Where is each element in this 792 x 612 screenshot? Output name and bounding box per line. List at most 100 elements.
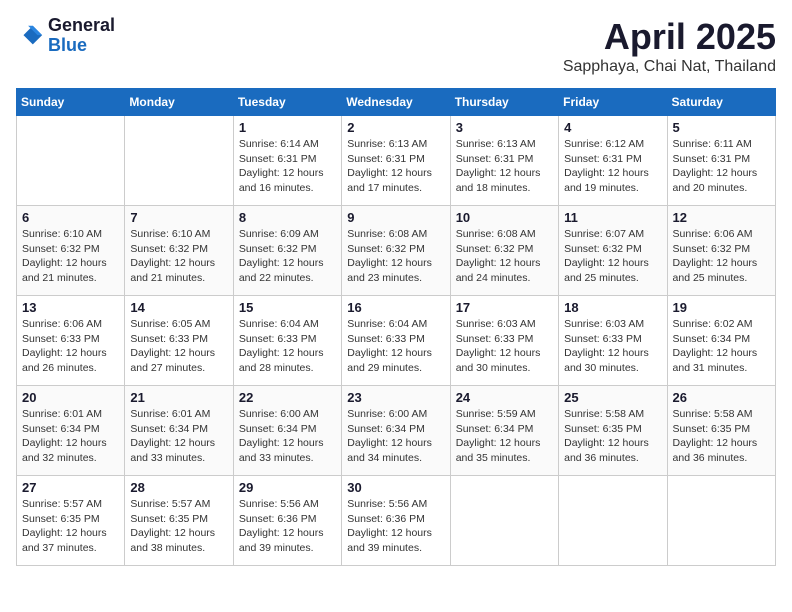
calendar-cell: 4 Sunrise: 6:12 AMSunset: 6:31 PMDaylight… [559,116,667,206]
day-info: Sunrise: 6:12 AMSunset: 6:31 PMDaylight:… [564,137,661,196]
calendar-cell: 20 Sunrise: 6:01 AMSunset: 6:34 PMDayligh… [17,386,125,476]
day-info: Sunrise: 6:03 AMSunset: 6:33 PMDaylight:… [564,317,661,376]
calendar-cell: 13 Sunrise: 6:06 AMSunset: 6:33 PMDayligh… [17,296,125,386]
day-number: 15 [239,300,336,315]
day-number: 22 [239,390,336,405]
day-info: Sunrise: 6:00 AMSunset: 6:34 PMDaylight:… [347,407,444,466]
calendar-cell: 21 Sunrise: 6:01 AMSunset: 6:34 PMDayligh… [125,386,233,476]
day-info: Sunrise: 6:04 AMSunset: 6:33 PMDaylight:… [347,317,444,376]
day-info: Sunrise: 6:10 AMSunset: 6:32 PMDaylight:… [22,227,119,286]
day-number: 29 [239,480,336,495]
day-info: Sunrise: 6:08 AMSunset: 6:32 PMDaylight:… [347,227,444,286]
calendar-week-row: 13 Sunrise: 6:06 AMSunset: 6:33 PMDayligh… [17,296,776,386]
day-number: 24 [456,390,553,405]
day-info: Sunrise: 6:14 AMSunset: 6:31 PMDaylight:… [239,137,336,196]
calendar-cell: 28Sunrise: 5:57 AMSunset: 6:35 PMDayligh… [125,476,233,566]
day-info: Sunrise: 6:04 AMSunset: 6:33 PMDaylight:… [239,317,336,376]
day-number: 10 [456,210,553,225]
calendar-cell: 7 Sunrise: 6:10 AMSunset: 6:32 PMDaylight… [125,206,233,296]
day-info: Sunrise: 6:01 AMSunset: 6:34 PMDaylight:… [130,407,227,466]
day-number: 13 [22,300,119,315]
day-number: 27 [22,480,119,495]
day-info: Sunrise: 6:00 AMSunset: 6:34 PMDaylight:… [239,407,336,466]
day-number: 26 [673,390,770,405]
day-number: 2 [347,120,444,135]
calendar-cell: 15 Sunrise: 6:04 AMSunset: 6:33 PMDayligh… [233,296,341,386]
calendar-header-thursday: Thursday [450,89,558,116]
day-number: 20 [22,390,119,405]
day-number: 12 [673,210,770,225]
calendar-cell [667,476,775,566]
calendar-cell: 30Sunrise: 5:56 AMSunset: 6:36 PMDayligh… [342,476,450,566]
day-info: Sunrise: 6:10 AMSunset: 6:32 PMDaylight:… [130,227,227,286]
calendar-cell: 24 Sunrise: 5:59 AMSunset: 6:34 PMDayligh… [450,386,558,476]
day-info: Sunrise: 6:03 AMSunset: 6:33 PMDaylight:… [456,317,553,376]
calendar-cell: 27Sunrise: 5:57 AMSunset: 6:35 PMDayligh… [17,476,125,566]
day-info: Sunrise: 6:07 AMSunset: 6:32 PMDaylight:… [564,227,661,286]
calendar-cell: 19Sunrise: 6:02 AMSunset: 6:34 PMDayligh… [667,296,775,386]
day-number: 5 [673,120,770,135]
calendar-cell: 8 Sunrise: 6:09 AMSunset: 6:32 PMDaylight… [233,206,341,296]
day-number: 11 [564,210,661,225]
calendar-cell [125,116,233,206]
calendar-header-wednesday: Wednesday [342,89,450,116]
calendar-cell: 6 Sunrise: 6:10 AMSunset: 6:32 PMDaylight… [17,206,125,296]
calendar-header-sunday: Sunday [17,89,125,116]
calendar-header-friday: Friday [559,89,667,116]
calendar-week-row: 20 Sunrise: 6:01 AMSunset: 6:34 PMDayligh… [17,386,776,476]
calendar-header-monday: Monday [125,89,233,116]
day-info: Sunrise: 6:09 AMSunset: 6:32 PMDaylight:… [239,227,336,286]
calendar-cell [559,476,667,566]
logo: General Blue [16,16,115,56]
logo-icon [16,22,44,50]
calendar-cell [17,116,125,206]
calendar-cell: 5 Sunrise: 6:11 AMSunset: 6:31 PMDaylight… [667,116,775,206]
day-number: 25 [564,390,661,405]
calendar-week-row: 6 Sunrise: 6:10 AMSunset: 6:32 PMDaylight… [17,206,776,296]
calendar-cell [450,476,558,566]
day-info: Sunrise: 6:02 AMSunset: 6:34 PMDaylight:… [673,317,770,376]
calendar-cell: 17 Sunrise: 6:03 AMSunset: 6:33 PMDayligh… [450,296,558,386]
calendar-cell: 25 Sunrise: 5:58 AMSunset: 6:35 PMDayligh… [559,386,667,476]
calendar-cell: 10Sunrise: 6:08 AMSunset: 6:32 PMDayligh… [450,206,558,296]
calendar-cell: 16Sunrise: 6:04 AMSunset: 6:33 PMDayligh… [342,296,450,386]
calendar-header-row: SundayMondayTuesdayWednesdayThursdayFrid… [17,89,776,116]
day-info: Sunrise: 5:59 AMSunset: 6:34 PMDaylight:… [456,407,553,466]
day-info: Sunrise: 5:57 AMSunset: 6:35 PMDaylight:… [130,497,227,556]
day-number: 17 [456,300,553,315]
day-number: 9 [347,210,444,225]
day-number: 8 [239,210,336,225]
day-number: 14 [130,300,227,315]
calendar-location: Sapphaya, Chai Nat, Thailand [563,58,776,76]
day-number: 21 [130,390,227,405]
header: General Blue April 2025 Sapphaya, Chai N… [16,16,776,76]
calendar-cell: 11 Sunrise: 6:07 AMSunset: 6:32 PMDayligh… [559,206,667,296]
day-info: Sunrise: 6:06 AMSunset: 6:33 PMDaylight:… [22,317,119,376]
day-info: Sunrise: 5:56 AMSunset: 6:36 PMDaylight:… [239,497,336,556]
calendar-cell: 29 Sunrise: 5:56 AMSunset: 6:36 PMDayligh… [233,476,341,566]
day-number: 23 [347,390,444,405]
day-number: 7 [130,210,227,225]
calendar-week-row: 1Sunrise: 6:14 AMSunset: 6:31 PMDaylight… [17,116,776,206]
calendar-table: SundayMondayTuesdayWednesdayThursdayFrid… [16,88,776,566]
day-info: Sunrise: 5:58 AMSunset: 6:35 PMDaylight:… [564,407,661,466]
calendar-cell: 12 Sunrise: 6:06 AMSunset: 6:32 PMDayligh… [667,206,775,296]
calendar-cell: 22 Sunrise: 6:00 AMSunset: 6:34 PMDayligh… [233,386,341,476]
calendar-cell: 23 Sunrise: 6:00 AMSunset: 6:34 PMDayligh… [342,386,450,476]
calendar-week-row: 27 Sunrise: 5:57 AMSunset: 6:35 PMDayligh… [17,476,776,566]
day-info: Sunrise: 6:13 AMSunset: 6:31 PMDaylight:… [347,137,444,196]
calendar-cell: 18Sunrise: 6:03 AMSunset: 6:33 PMDayligh… [559,296,667,386]
day-info: Sunrise: 6:06 AMSunset: 6:32 PMDaylight:… [673,227,770,286]
calendar-cell: 2 Sunrise: 6:13 AMSunset: 6:31 PMDaylight… [342,116,450,206]
day-number: 4 [564,120,661,135]
day-info: Sunrise: 6:11 AMSunset: 6:31 PMDaylight:… [673,137,770,196]
calendar-cell: 3Sunrise: 6:13 AMSunset: 6:31 PMDaylight… [450,116,558,206]
day-number: 6 [22,210,119,225]
calendar-cell: 26Sunrise: 5:58 AMSunset: 6:35 PMDayligh… [667,386,775,476]
day-info: Sunrise: 6:01 AMSunset: 6:34 PMDaylight:… [22,407,119,466]
logo-general-text: General [48,16,115,36]
calendar-cell: 9 Sunrise: 6:08 AMSunset: 6:32 PMDaylight… [342,206,450,296]
title-area: April 2025 Sapphaya, Chai Nat, Thailand [563,16,776,76]
day-info: Sunrise: 6:05 AMSunset: 6:33 PMDaylight:… [130,317,227,376]
day-info: Sunrise: 5:56 AMSunset: 6:36 PMDaylight:… [347,497,444,556]
